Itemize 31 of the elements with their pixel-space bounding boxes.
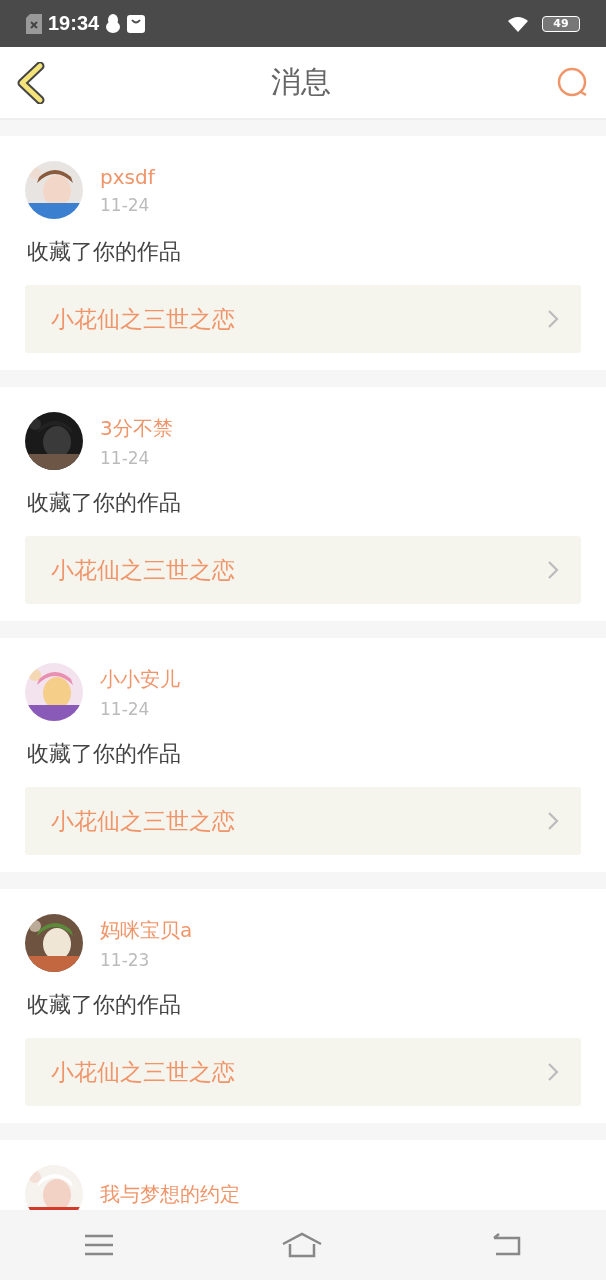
page-title: 消息 (271, 63, 331, 101)
message-text: 收藏了你的作品 (27, 740, 182, 768)
wifi-icon (508, 15, 528, 32)
message-text: 收藏了你的作品 (27, 238, 182, 266)
menu-icon[interactable] (83, 1233, 114, 1257)
chevron-right-icon (547, 811, 559, 831)
message-date: 11-23 (100, 949, 151, 970)
home-icon[interactable] (281, 1232, 323, 1258)
message-text: 收藏了你的作品 (27, 489, 182, 517)
message-date: 11-24 (100, 195, 151, 215)
work-link[interactable]: 小花仙之三世之恋 (25, 285, 581, 353)
battery-level: 49 (542, 15, 580, 32)
penguin-icon (105, 14, 122, 33)
back-icon[interactable] (16, 61, 46, 104)
user-name[interactable]: 妈咪宝贝a (100, 916, 193, 944)
chevron-right-icon (547, 1062, 559, 1082)
user-name[interactable]: 3分不禁 (100, 414, 173, 442)
chevron-right-icon (547, 560, 559, 580)
user-name[interactable]: 小小安儿 (100, 665, 180, 693)
chevron-right-icon (547, 309, 559, 329)
message-date: 11-24 (100, 698, 151, 719)
shopping-bag-icon (127, 14, 146, 33)
sim-card-icon (26, 13, 42, 34)
work-link[interactable]: 小花仙之三世之恋 (25, 536, 581, 604)
user-name[interactable]: pxsdf (100, 165, 155, 189)
work-link[interactable]: 小花仙之三世之恋 (25, 1038, 581, 1106)
user-name[interactable]: 我与梦想的约定 (100, 1180, 240, 1208)
message-date: 11-24 (100, 447, 151, 468)
clock: 19:34 (48, 12, 100, 35)
message-text: 收藏了你的作品 (27, 991, 182, 1019)
work-link[interactable]: 小花仙之三世之恋 (25, 787, 581, 855)
